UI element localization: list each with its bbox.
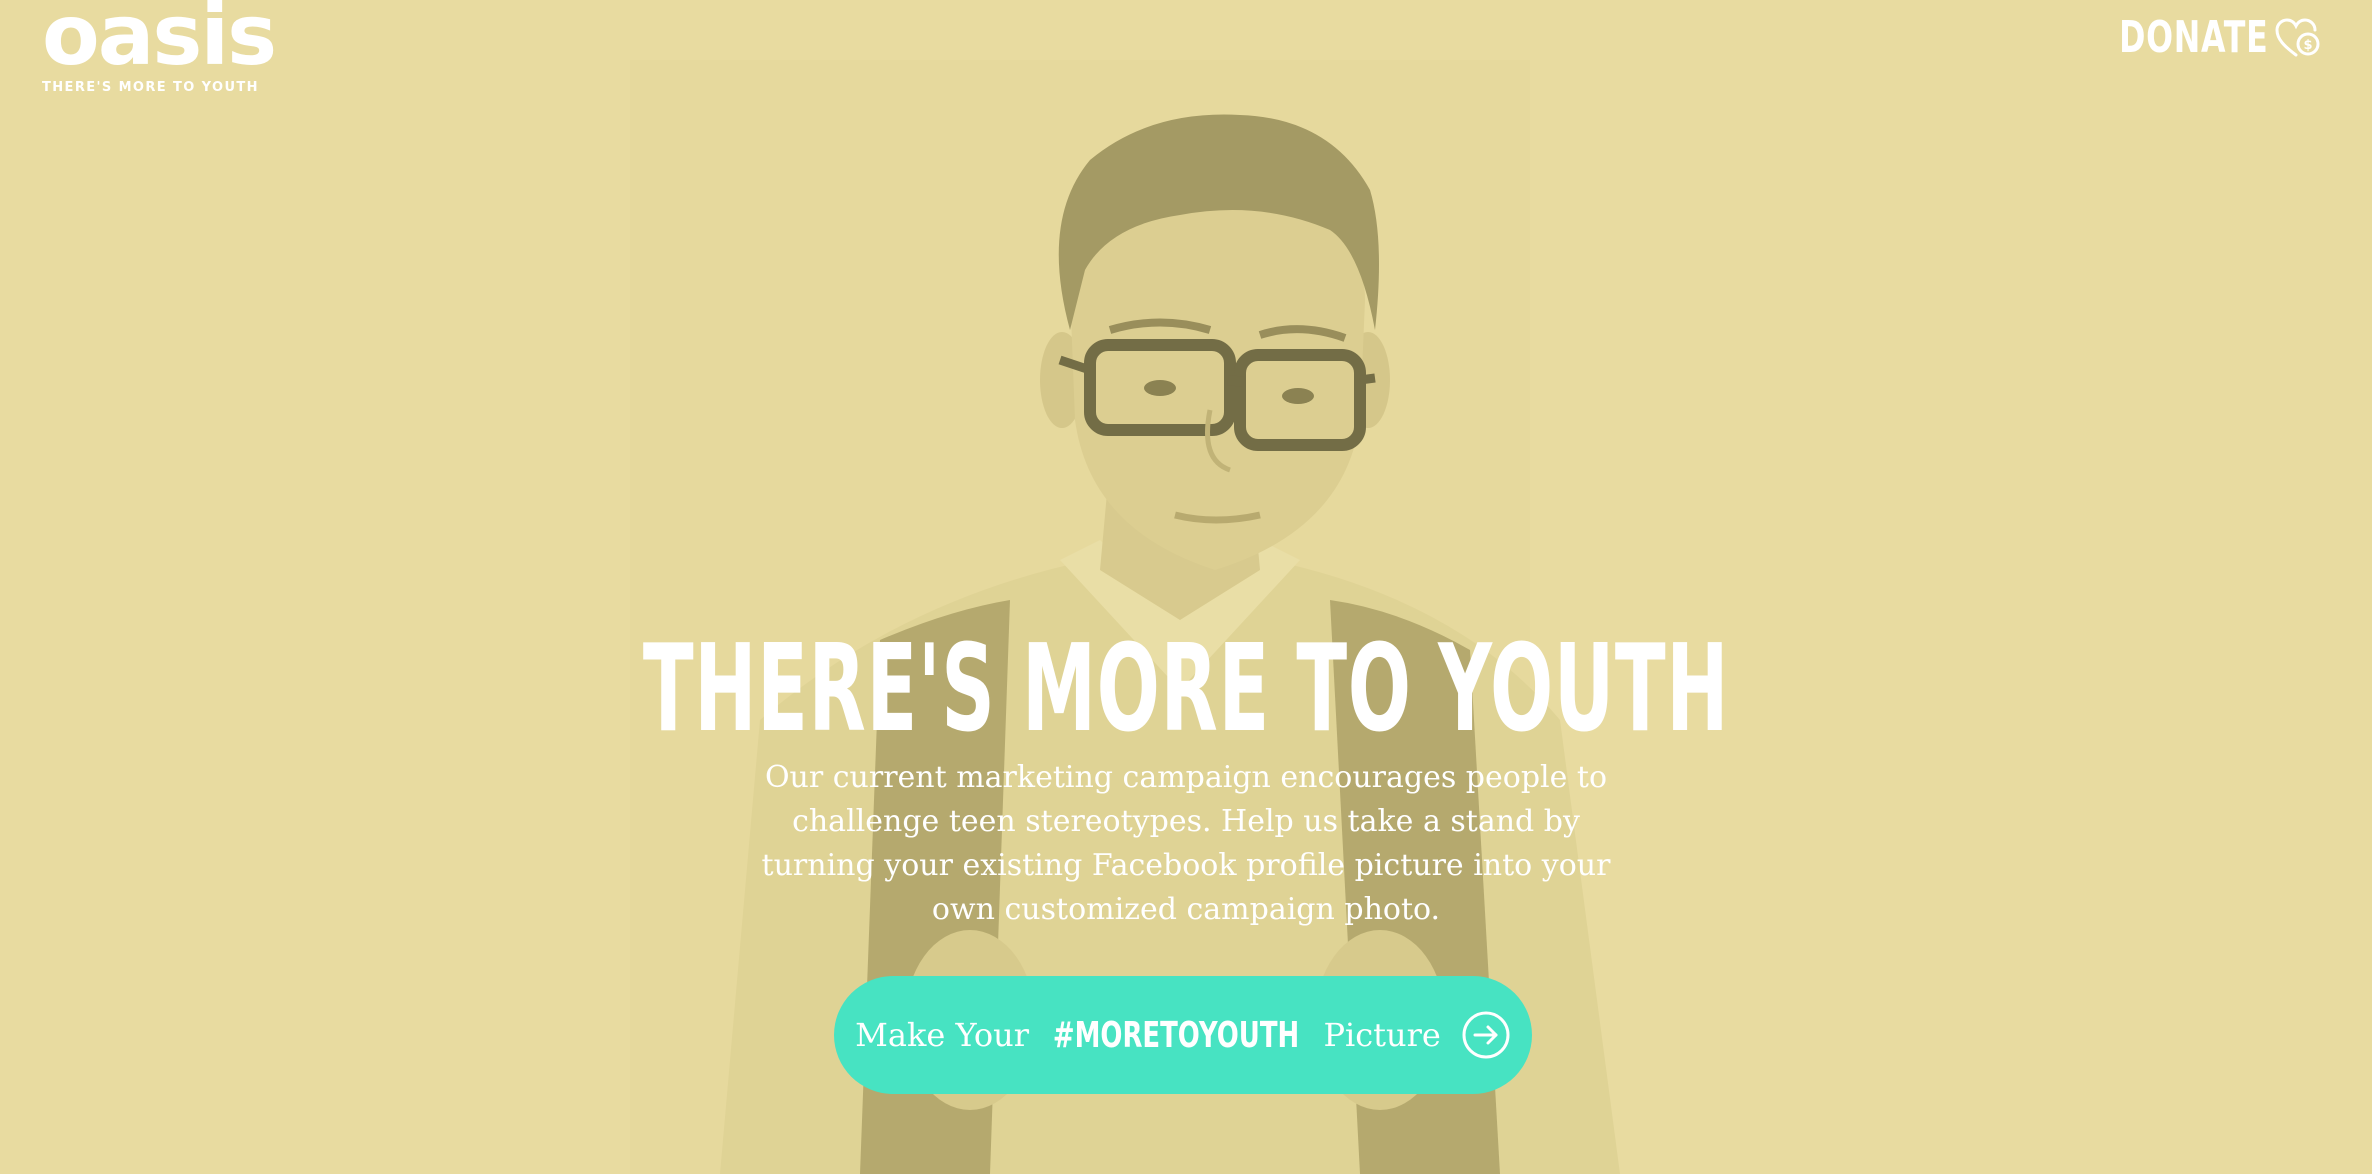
hero-title: THERE'S MORE TO YOUTH: [642, 620, 1730, 759]
landing-page: oasis THERE'S MORE TO YOUTH DONATE $ THE…: [0, 0, 2372, 1174]
cta-suffix: Picture: [1323, 1016, 1441, 1054]
arrow-right-circle-icon: [1462, 1011, 1510, 1059]
oasis-logo[interactable]: oasis THERE'S MORE TO YOUTH: [42, 0, 277, 95]
svg-text:$: $: [2303, 38, 2312, 53]
hero-section: THERE'S MORE TO YOUTH Our current market…: [0, 630, 2372, 932]
heart-dollar-icon: $: [2275, 17, 2320, 56]
donate-button[interactable]: DONATE $: [2061, 12, 2322, 63]
logo-wordmark: oasis: [42, 0, 277, 84]
hero-description: Our current marketing campaign encourage…: [761, 760, 1611, 927]
logo-tagline: THERE'S MORE TO YOUTH: [42, 80, 259, 95]
cta-prefix: Make Your: [855, 1016, 1030, 1054]
donate-label: DONATE: [2118, 12, 2268, 63]
cta-hashtag: #MORETOYOUTH: [1053, 1014, 1300, 1056]
make-picture-button[interactable]: Make Your #MORETOYOUTH Picture: [834, 976, 1532, 1094]
